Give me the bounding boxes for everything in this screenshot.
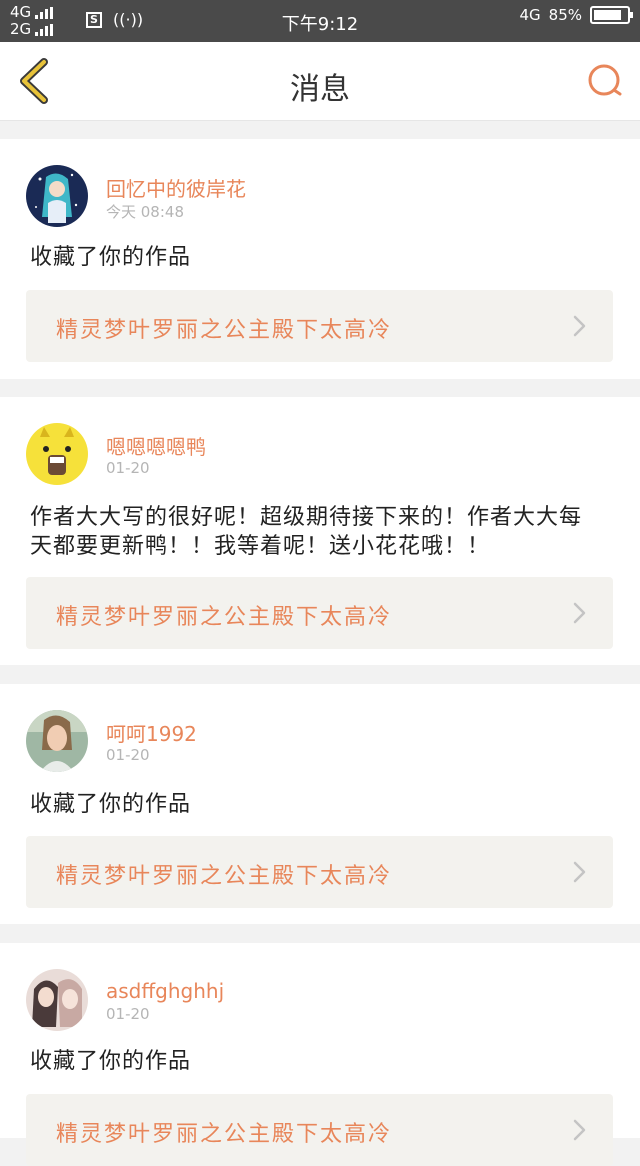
page-title: 消息 (290, 72, 350, 107)
message-time: 01-20 (106, 746, 150, 764)
chevron-right-icon (573, 602, 586, 624)
avatar-image (26, 423, 88, 485)
message-card: asdffghghhj 01-20 收藏了你的作品 精灵梦叶罗丽之公主殿下太高冷 (0, 943, 640, 1166)
message-text: 收藏了你的作品 (30, 245, 192, 270)
username[interactable]: asdffghghhj (106, 979, 224, 1003)
work-title: 精灵梦叶罗丽之公主殿下太高冷 (56, 1122, 393, 1147)
work-link[interactable]: 精灵梦叶罗丽之公主殿下太高冷 (26, 290, 613, 362)
network-type-right: 4G (519, 6, 541, 24)
avatar-image (26, 165, 88, 227)
status-right: 4G 85% (519, 6, 633, 24)
avatar[interactable] (26, 165, 88, 227)
avatar-image (26, 969, 88, 1031)
message-text: 收藏了你的作品 (30, 792, 192, 817)
search-icon (588, 64, 622, 96)
work-link[interactable]: 精灵梦叶罗丽之公主殿下太高冷 (26, 836, 613, 908)
battery-icon (590, 6, 633, 24)
username[interactable]: 回忆中的彼岸花 (106, 173, 246, 202)
username[interactable]: 嗯嗯嗯嗯鸭 (106, 431, 206, 460)
avatar[interactable] (26, 710, 88, 772)
message-text: 收藏了你的作品 (30, 1049, 192, 1074)
work-link[interactable]: 精灵梦叶罗丽之公主殿下太高冷 (26, 1094, 613, 1166)
work-title: 精灵梦叶罗丽之公主殿下太高冷 (56, 864, 393, 889)
message-card: 回忆中的彼岸花 今天 08:48 收藏了你的作品 精灵梦叶罗丽之公主殿下太高冷 (0, 139, 640, 379)
message-time: 01-20 (106, 1005, 150, 1023)
work-title: 精灵梦叶罗丽之公主殿下太高冷 (56, 605, 393, 630)
message-text: 作者大大写的很好呢！超级期待接下来的！作者大大每天都要更新鸭！！我等着呢！送小花… (30, 505, 583, 559)
chevron-right-icon (573, 861, 586, 883)
message-time: 01-20 (106, 459, 150, 477)
work-title: 精灵梦叶罗丽之公主殿下太高冷 (56, 318, 393, 343)
battery-fill (594, 10, 622, 20)
message-card: 嗯嗯嗯嗯鸭 01-20 作者大大写的很好呢！超级期待接下来的！作者大大每天都要更… (0, 397, 640, 665)
message-card: 呵呵1992 01-20 收藏了你的作品 精灵梦叶罗丽之公主殿下太高冷 (0, 684, 640, 924)
chevron-right-icon (573, 315, 586, 337)
message-time: 今天 08:48 (106, 203, 184, 221)
status-bar: 4G 2G S ((·)) 下午9:12 4G 85% (0, 0, 640, 42)
search-button[interactable] (584, 60, 626, 102)
nav-bar: 消息 (0, 42, 640, 121)
username[interactable]: 呵呵1992 (106, 718, 197, 747)
work-link[interactable]: 精灵梦叶罗丽之公主殿下太高冷 (26, 577, 613, 649)
battery-percent: 85% (548, 6, 582, 24)
avatar[interactable] (26, 423, 88, 485)
chevron-right-icon (573, 1119, 586, 1141)
avatar-image (26, 710, 88, 772)
avatar[interactable] (26, 969, 88, 1031)
